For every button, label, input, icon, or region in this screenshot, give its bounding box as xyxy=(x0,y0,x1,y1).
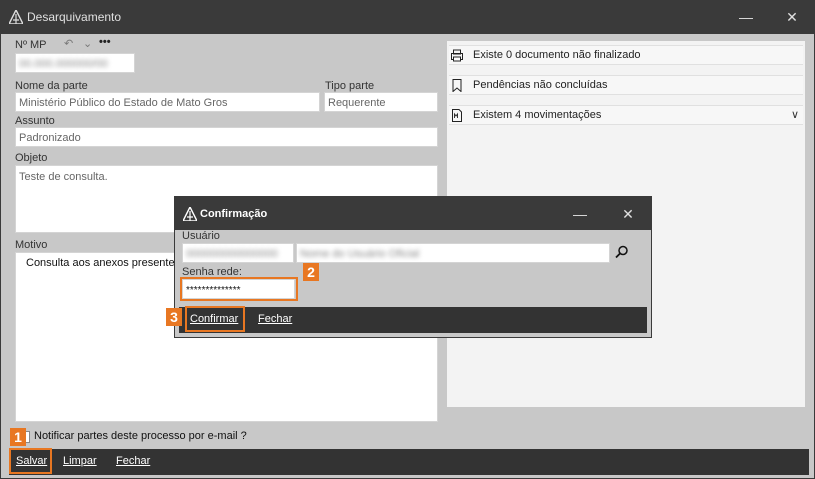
status-row-label: Existe 0 documento não finalizado xyxy=(473,49,641,61)
minimize-button[interactable]: — xyxy=(735,7,757,27)
status-row-movimentacoes[interactable]: Existem 4 movimentações ∨ xyxy=(449,105,803,125)
usuario-label: Usuário xyxy=(182,230,220,242)
assunto-label: Assunto xyxy=(15,115,55,127)
step-badge-3: 3 xyxy=(166,308,182,326)
tipo-parte-label: Tipo parte xyxy=(325,80,375,92)
undo-icon[interactable]: ↶ xyxy=(64,37,73,50)
chevron-down-icon[interactable]: ⌄ xyxy=(83,37,92,50)
bottom-toolbar: Salvar Limpar Fechar xyxy=(9,449,809,475)
step-badge-1: 1 xyxy=(10,428,26,446)
dialog-title: Confirmação xyxy=(200,208,268,220)
title-bar: Desarquivamento — ✕ xyxy=(1,1,814,34)
usuario-id-field[interactable]: 000000000000000 xyxy=(182,243,294,263)
dialog-toolbar: Confirmar Fechar xyxy=(179,307,647,333)
more-icon[interactable]: ••• xyxy=(99,36,111,48)
app-logo-icon xyxy=(7,8,25,27)
window-title: Desarquivamento xyxy=(27,10,122,24)
app-logo-icon xyxy=(181,205,199,224)
search-icon[interactable] xyxy=(615,245,629,262)
nome-parte-label: Nome da parte xyxy=(15,80,88,92)
objeto-label: Objeto xyxy=(15,152,48,164)
highlight-senha xyxy=(180,277,298,301)
limpar-button[interactable]: Limpar xyxy=(63,455,97,467)
printer-icon xyxy=(451,49,463,62)
status-row-documents[interactable]: Existe 0 documento não finalizado xyxy=(449,45,803,65)
chevron-down-icon[interactable]: ∨ xyxy=(791,108,799,121)
usuario-name-field: Nome do Usuário Oficial xyxy=(296,243,610,263)
nome-parte-field[interactable]: Ministério Público do Estado de Mato Gro… xyxy=(15,92,320,112)
status-row-pendencias[interactable]: Pendências não concluídas xyxy=(449,75,803,95)
bookmark-icon xyxy=(451,79,463,93)
dialog-close-button[interactable]: ✕ xyxy=(617,204,639,224)
status-row-label: Existem 4 movimentações xyxy=(473,109,602,121)
assunto-field[interactable]: Padronizado xyxy=(15,127,438,147)
mp-field[interactable]: 00.000.000000/00 xyxy=(15,53,135,73)
motivo-label: Motivo xyxy=(15,239,48,251)
dialog-fechar-button[interactable]: Fechar xyxy=(258,313,292,325)
step-badge-2: 2 xyxy=(303,263,319,281)
notify-label: Notificar partes deste processo por e-ma… xyxy=(34,430,247,442)
status-row-label: Pendências não concluídas xyxy=(473,79,608,91)
highlight-salvar xyxy=(9,448,52,474)
highlight-confirmar xyxy=(185,306,245,332)
confirmacao-dialog: Confirmação — ✕ Usuário 000000000000000 … xyxy=(166,196,652,338)
tipo-parte-field[interactable]: Requerente xyxy=(324,92,438,112)
dialog-title-bar: Confirmação — ✕ xyxy=(175,197,651,230)
dialog-minimize-button[interactable]: — xyxy=(569,204,591,224)
mp-label: Nº MP xyxy=(15,39,47,51)
close-button[interactable]: ✕ xyxy=(781,7,803,27)
document-icon xyxy=(451,109,463,122)
fechar-button[interactable]: Fechar xyxy=(116,455,150,467)
